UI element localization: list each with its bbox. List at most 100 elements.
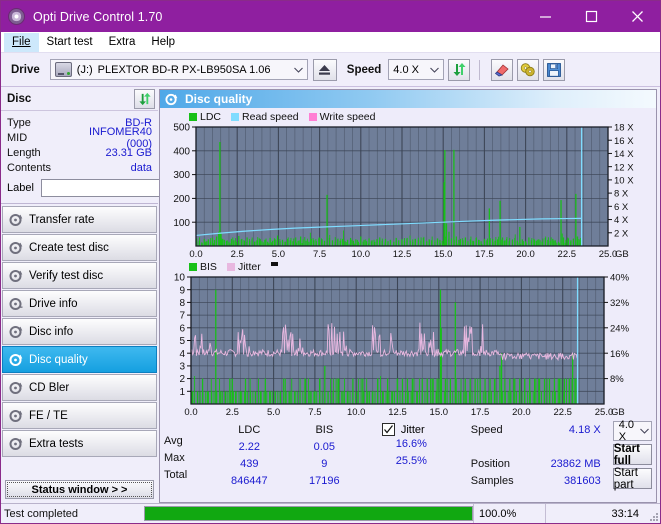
- sidebar-item-label: FE / TE: [29, 409, 68, 422]
- bottom-chart[interactable]: 1 2 3 4 5 6 7 8 9 10 8% 16% 24% 32% 40% 0.0 2.5 5.0 7.5 10.…: [163, 273, 653, 418]
- start-full-button[interactable]: Start full: [612, 443, 653, 467]
- meta-position-label: Position: [470, 457, 510, 470]
- menu-file[interactable]: File: [4, 32, 39, 52]
- sidebar-item-create-test-disc[interactable]: Create test disc: [2, 234, 157, 261]
- stat-row-avg: 2.22 0.05: [212, 438, 362, 455]
- minimize-button[interactable]: [522, 1, 568, 32]
- status-window-button[interactable]: Status window > >: [5, 480, 154, 499]
- menu-file-label: File: [12, 35, 31, 48]
- svg-text:24%: 24%: [610, 323, 630, 334]
- svg-text:8 X: 8 X: [614, 189, 629, 200]
- stat-label-total: Total: [164, 469, 188, 481]
- svg-text:32%: 32%: [610, 298, 630, 309]
- svg-text:10: 10: [174, 273, 186, 284]
- resize-grip[interactable]: [648, 504, 660, 523]
- svg-text:12.5: 12.5: [388, 407, 407, 418]
- stat-header-row: LDC BIS: [212, 421, 362, 438]
- sidebar-item-disc-quality[interactable]: Disc quality: [2, 346, 157, 373]
- menu-help-label: Help: [151, 35, 176, 48]
- disc-contents-row: Contents data: [7, 160, 152, 175]
- svg-text:20.0: 20.0: [512, 407, 531, 418]
- sidebar-item-fe-te[interactable]: FE / TE: [2, 402, 157, 429]
- speed-select[interactable]: 4.0 X: [388, 59, 445, 80]
- svg-text:4 X: 4 X: [614, 215, 629, 226]
- meta-speed-label: Speed: [470, 423, 503, 436]
- menu-extra-label: Extra: [108, 35, 136, 48]
- disc-quality-icon: [165, 93, 178, 106]
- svg-text:5: 5: [179, 336, 185, 347]
- sidebar-item-label: Disc info: [29, 325, 74, 338]
- top-chart[interactable]: 100 200 300 400 500 2 X 4 X 6 X 8 X 10 X 12 X 14 X 1…: [163, 123, 653, 258]
- svg-text:14 X: 14 X: [614, 149, 634, 160]
- disc-icon: [8, 8, 25, 25]
- svg-text:17.5: 17.5: [471, 407, 490, 418]
- svg-text:10.0: 10.0: [347, 407, 366, 418]
- disc-info-panel: Type BD-R MID INFOMER40 (000) Length 23.…: [1, 111, 244, 204]
- status-bar: Test completed 100.0% 33:14: [1, 503, 660, 523]
- meta-position-value: 23862 MB: [550, 457, 601, 470]
- chevron-down-icon: [426, 67, 443, 73]
- app-window: Opti Drive Control 1.70 File Start test …: [0, 0, 661, 524]
- disc-mid-label: MID: [7, 131, 28, 144]
- test-speed-select[interactable]: 4.0 X: [612, 419, 653, 443]
- jitter-checkbox[interactable]: [381, 423, 395, 436]
- stat-ldc-avg: 2.22: [238, 440, 261, 453]
- top-chart-svg: 100 200 300 400 500 2 X 4 X 6 X 8 X 10 X 12 X 14 X 1…: [173, 123, 634, 258]
- erase-button[interactable]: [491, 58, 514, 81]
- start-part-button[interactable]: Start part: [612, 467, 653, 491]
- svg-text:17.5: 17.5: [475, 249, 494, 258]
- speed-select-value: 4.0 X: [393, 63, 419, 76]
- legend-label-read-speed: Read speed: [242, 110, 299, 123]
- svg-text:22.5: 22.5: [558, 249, 577, 258]
- action-column: 4.0 X Start full Start part: [609, 419, 653, 502]
- menu-extra[interactable]: Extra: [101, 33, 144, 52]
- sidebar-item-label: Extra tests: [29, 437, 84, 450]
- stat-header-ldc: LDC: [238, 423, 261, 436]
- jitter-max-value: 25.5%: [395, 455, 427, 467]
- refresh-disc-button[interactable]: [134, 88, 155, 109]
- save-button[interactable]: [543, 58, 566, 81]
- drive-icon: [54, 62, 72, 77]
- svg-text:2.5: 2.5: [231, 249, 244, 258]
- legend-ldc: LDC: [189, 111, 221, 123]
- svg-text:16%: 16%: [610, 349, 630, 360]
- elapsed-time: 33:14: [545, 504, 648, 523]
- sidebar-item-disc-info[interactable]: Disc info: [2, 318, 157, 345]
- disc-burn-icon: [3, 241, 29, 255]
- maximize-button[interactable]: [568, 1, 614, 32]
- legend-swatch-ldc: [189, 112, 197, 121]
- speed-label: Speed: [346, 63, 382, 76]
- eject-button[interactable]: [312, 58, 337, 81]
- test-speed-value: 4.0 X: [618, 419, 635, 443]
- sidebar-item-drive-info[interactable]: Drive info: [2, 290, 157, 317]
- sidebar-item-verify-test-disc[interactable]: Verify test disc: [2, 262, 157, 289]
- svg-text:8%: 8%: [610, 374, 624, 385]
- svg-text:10.0: 10.0: [352, 249, 371, 258]
- svg-text:12 X: 12 X: [614, 162, 634, 173]
- stat-row-labels: Avg Max Total: [164, 421, 212, 502]
- sidebar-item-label: Verify test disc: [29, 269, 104, 282]
- chevron-down-icon: [290, 67, 307, 73]
- menu-start-test[interactable]: Start test: [39, 33, 101, 52]
- sidebar-item-transfer-rate[interactable]: Transfer rate: [2, 206, 157, 233]
- svg-text:200: 200: [173, 194, 190, 205]
- bottom-chart-legend: BIS Jitter: [163, 260, 653, 273]
- menu-bar: File Start test Extra Help: [1, 32, 660, 53]
- disc-type-label: Type: [7, 116, 31, 129]
- meta-samples-value: 381603: [564, 474, 601, 487]
- disc-length-row: Length 23.31 GB: [7, 145, 152, 160]
- svg-text:0.0: 0.0: [189, 249, 202, 258]
- svg-text:0.0: 0.0: [184, 407, 197, 418]
- disc-tools-button[interactable]: [517, 58, 540, 81]
- drive-select[interactable]: (J:) PLEXTOR BD-R PX-LB950SA 1.06: [49, 59, 308, 80]
- sidebar-item-label: Transfer rate: [29, 213, 95, 226]
- svg-text:8: 8: [179, 298, 185, 309]
- menu-start-test-label: Start test: [46, 35, 93, 48]
- sidebar-item-cd-bler[interactable]: CD Bler: [2, 374, 157, 401]
- svg-text:3: 3: [179, 362, 185, 373]
- close-button[interactable]: [614, 1, 660, 32]
- jitter-avg-value: 16.6%: [395, 438, 427, 450]
- refresh-drive-button[interactable]: [448, 58, 471, 81]
- sidebar-item-extra-tests[interactable]: Extra tests: [2, 430, 157, 457]
- menu-help[interactable]: Help: [143, 33, 183, 52]
